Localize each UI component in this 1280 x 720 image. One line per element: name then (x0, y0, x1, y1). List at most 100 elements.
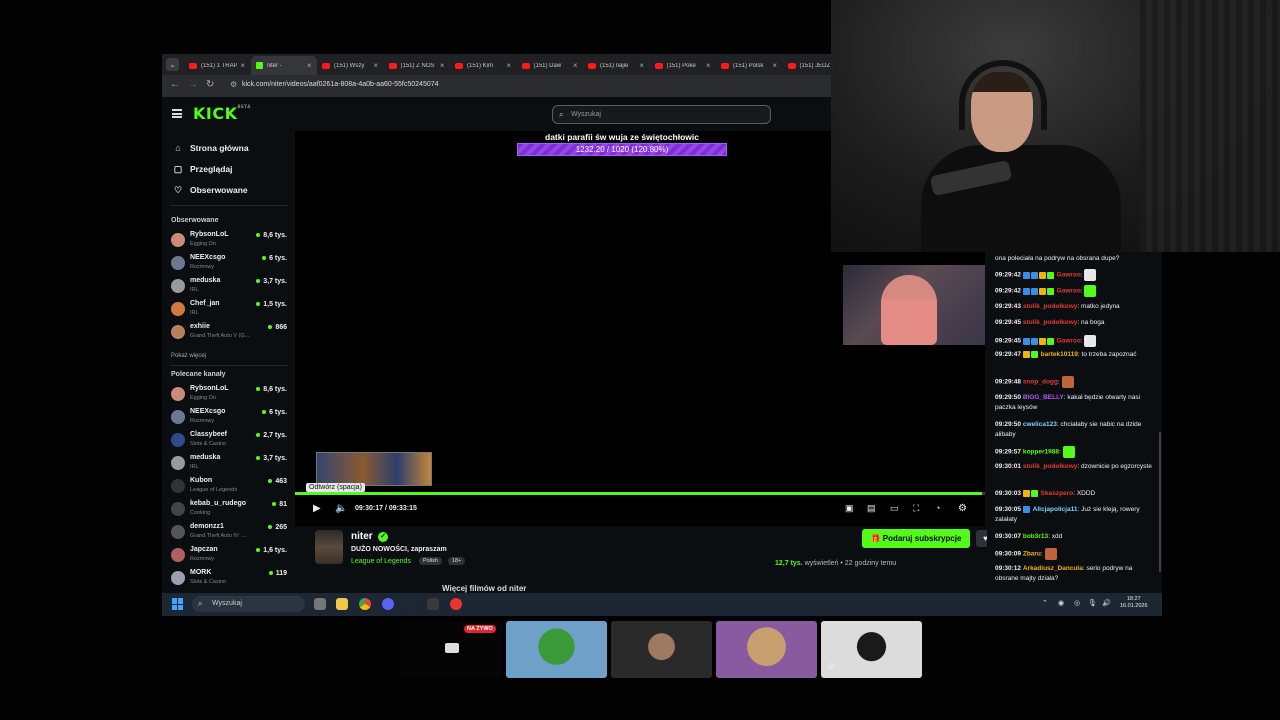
settings-icon[interactable]: ⚙ (958, 503, 967, 514)
close-icon[interactable]: × (240, 61, 245, 70)
close-icon[interactable]: × (706, 61, 711, 70)
close-icon[interactable]: × (440, 61, 445, 70)
menu-icon[interactable] (172, 109, 182, 118)
chat-username[interactable]: stolik_podolkowy (1023, 463, 1078, 470)
youtube-icon (521, 62, 530, 69)
stream-tile-3[interactable] (611, 621, 712, 678)
volume-icon[interactable]: 🔈 (335, 503, 347, 514)
nav-home[interactable]: ⌂ Strona główna (172, 141, 248, 155)
chat-username[interactable]: Zbaru (1023, 551, 1041, 558)
clock[interactable]: 18:27 16.01.2026 (1120, 596, 1148, 610)
gift-subscription-button[interactable]: 🎁 Podaruj subskrypcje (862, 529, 970, 548)
obs-icon[interactable] (450, 598, 462, 610)
tray-chevron-icon[interactable]: ⌃ (1042, 599, 1048, 607)
steam-icon[interactable] (404, 598, 416, 610)
chat-username[interactable]: stolik_podolkowy (1023, 303, 1078, 310)
browser-tab[interactable]: (151) Daw × (517, 56, 583, 75)
taskbar-search[interactable]: ⌕ Wyszukaj (192, 596, 305, 612)
browser-tab[interactable]: (151) Poke × (650, 56, 716, 75)
youtube-icon (787, 62, 796, 69)
chat-username[interactable]: Allcjapolicja11 (1033, 506, 1078, 513)
file-explorer-icon[interactable] (336, 598, 348, 610)
forward-icon[interactable]: → (188, 79, 198, 90)
chat-username[interactable]: kopper1988 (1023, 449, 1059, 456)
stream-tile-2[interactable] (506, 621, 607, 678)
recommended-channel[interactable]: MORK Slots & Casino 119 (171, 568, 291, 589)
nav-browse[interactable]: ▢ Przeglądaj (172, 162, 233, 176)
show-more-link[interactable]: Pokaż więcej (171, 353, 206, 359)
browser-tab[interactable]: (151) Wszy × (317, 56, 383, 75)
browser-tab[interactable]: (151) Z NOS × (384, 56, 450, 75)
close-icon[interactable]: × (506, 61, 511, 70)
pip-icon[interactable]: ▣ (845, 503, 854, 514)
badge-icon (1030, 271, 1038, 279)
app-icon[interactable] (427, 598, 439, 610)
url-field[interactable]: kick.com/niter/videos/aaf0261a-808a-4a0b… (242, 81, 439, 88)
chat-username[interactable]: Arkadiusz_Danculа (1023, 565, 1083, 572)
chrome-icon[interactable] (359, 598, 371, 610)
recommended-channel[interactable]: Kubon League of Legends 463 (171, 476, 291, 497)
search-input[interactable]: ⌕ Wyszukaj (552, 105, 771, 124)
channel-name[interactable]: niter (351, 531, 373, 542)
tag-mature[interactable]: 18+ (448, 557, 466, 565)
recommended-channel[interactable]: RybsonLoL Egging On 8,6 tys. (171, 384, 291, 405)
chat-username[interactable]: Gawroo (1057, 338, 1081, 345)
volume-tray-icon[interactable]: 🔊 (1102, 599, 1111, 607)
chat-username[interactable]: cwelica123 (1023, 421, 1057, 428)
chat-username[interactable]: stolik_podolkowy (1023, 319, 1078, 326)
recommended-channel[interactable]: Japczan Rozmowy 1,6 tys. (171, 545, 291, 566)
browser-tab[interactable]: (151) Polsk × (716, 56, 782, 75)
windows-start-icon[interactable] (172, 598, 184, 610)
chat-username[interactable]: BIGG_BELLY (1023, 394, 1064, 401)
channel-avatar[interactable] (315, 530, 343, 564)
chat-message: 09:30:07 bob3r13: xdd (995, 533, 1063, 540)
clip-icon[interactable]: ▤ (867, 503, 876, 514)
chat-scrollbar[interactable] (1159, 432, 1161, 572)
chat-username[interactable]: bartek10119 (1041, 351, 1078, 358)
close-icon[interactable]: × (573, 61, 578, 70)
chat-username[interactable]: snop_dogg (1023, 379, 1058, 386)
followed-channel[interactable]: exhiie Grand Theft Auto V (G... 866 (171, 322, 291, 343)
close-icon[interactable]: × (772, 61, 777, 70)
back-icon[interactable]: ← (170, 79, 180, 90)
play-icon[interactable]: ▶ (313, 503, 321, 514)
category-link[interactable]: League of Legends (351, 558, 411, 565)
site-info-icon[interactable]: ⚙ (230, 80, 237, 89)
task-view-icon[interactable] (314, 598, 326, 610)
nav-heart[interactable]: ♡ Obserwowane (172, 183, 248, 197)
recommended-channel[interactable]: NEEXcsgo Rozmowy 6 tys. (171, 407, 291, 428)
followed-channel[interactable]: RybsonLoL Egging On 8,6 tys. (171, 230, 291, 251)
followed-channel[interactable]: NEEXcsgo Rozmowy 6 tys. (171, 253, 291, 274)
recommended-channel[interactable]: demonzz1 Grand Theft Auto IV: ... 265 (171, 522, 291, 543)
browser-tab[interactable]: (151) 1 TRAP × (184, 56, 250, 75)
discord-icon[interactable] (382, 598, 394, 610)
microphone-icon[interactable]: 🎙 (1088, 599, 1097, 607)
recommended-channel[interactable]: kebab_u_rudego Cooking 81 (171, 499, 291, 520)
stream-tile-4[interactable] (716, 621, 817, 678)
view-count: 12,7 tys. (775, 560, 803, 567)
close-icon[interactable]: × (307, 61, 312, 70)
fullscreen-icon[interactable]: ⛶ (913, 503, 919, 514)
chat-username[interactable]: Gawroo (1057, 288, 1081, 295)
recommended-channel[interactable]: meduska IRL 3,7 tys. (171, 453, 291, 474)
chat-username[interactable]: bob3r13 (1023, 533, 1048, 540)
chat-username[interactable]: Skaszpero (1041, 490, 1074, 497)
tray-app-icon[interactable]: ◉ (1058, 599, 1064, 607)
kick-logo[interactable]: KICKBETA (193, 104, 251, 123)
chat-username[interactable]: Gawroo (1057, 272, 1081, 279)
tab-list-button[interactable]: ⌄ (166, 58, 179, 71)
close-icon[interactable]: × (639, 61, 644, 70)
stream-tile-5[interactable]: ⊘ (821, 621, 922, 678)
reload-icon[interactable]: ↻ (206, 79, 214, 90)
speed-icon[interactable]: ◔ (935, 503, 940, 513)
recommended-channel[interactable]: Classybeef Slots & Casino 2,7 tys. (171, 430, 291, 451)
close-icon[interactable]: × (373, 61, 378, 70)
browser-tab[interactable]: (151) najle × (583, 56, 649, 75)
followed-channel[interactable]: meduska IRL 3,7 tys. (171, 276, 291, 297)
followed-channel[interactable]: Chef_jan IRL 1,5 tys. (171, 299, 291, 320)
browser-tab[interactable]: (151) Kim × (450, 56, 516, 75)
browser-tab[interactable]: niter - × (250, 56, 317, 75)
tag-language[interactable]: Polish (419, 557, 442, 565)
tray-steam-icon[interactable]: ◎ (1074, 599, 1080, 607)
theater-icon[interactable]: ▭ (890, 503, 899, 514)
